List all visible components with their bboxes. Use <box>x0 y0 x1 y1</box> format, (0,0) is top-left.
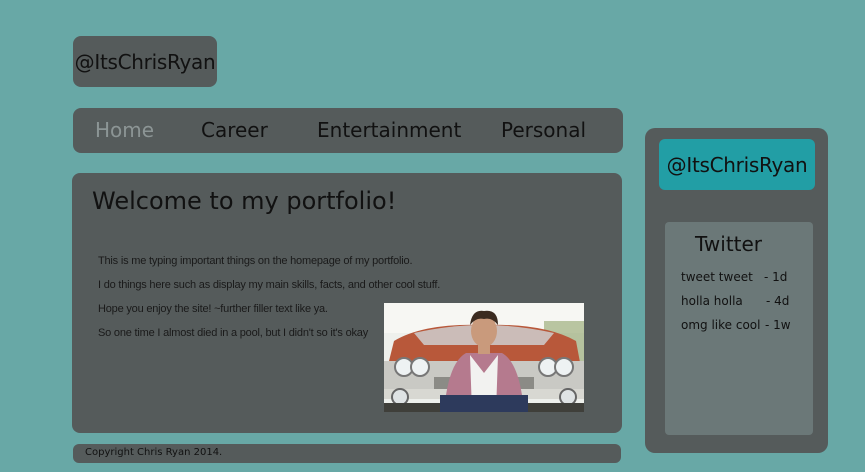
intro-paragraph-3: Hope you enjoy the site! ~further filler… <box>98 303 328 315</box>
twitter-title: Twitter <box>695 232 763 256</box>
sidebar-handle-button[interactable]: @ItsChrisRyan <box>659 139 815 190</box>
nav-home[interactable]: Home <box>95 108 154 153</box>
intro-paragraph-2: I do things here such as display my main… <box>98 279 441 291</box>
nav-personal[interactable]: Personal <box>501 108 586 153</box>
tweet-age: - 1d <box>764 270 788 284</box>
main-content-panel: Welcome to my portfolio! This is me typi… <box>72 173 622 433</box>
tweet-item[interactable]: holla holla - 4d <box>681 294 811 308</box>
main-nav: Home Career Entertainment Personal <box>73 108 623 153</box>
site-logo-handle[interactable]: @ItsChrisRyan <box>73 36 217 87</box>
tweet-age: - 1w <box>765 318 791 332</box>
intro-paragraph-1: This is me typing important things on th… <box>98 255 413 267</box>
tweet-text: holla holla <box>681 294 743 308</box>
page-title: Welcome to my portfolio! <box>92 187 397 215</box>
profile-photo <box>384 303 584 412</box>
sidebar: @ItsChrisRyan Twitter tweet tweet - 1d h… <box>645 128 828 453</box>
nav-career[interactable]: Career <box>201 108 268 153</box>
tweet-text: omg like cool <box>681 318 761 332</box>
copyright-text: Copyright Chris Ryan 2014. <box>85 447 223 458</box>
tweet-age: - 4d <box>766 294 790 308</box>
twitter-feed: Twitter tweet tweet - 1d holla holla - 4… <box>665 222 813 435</box>
intro-paragraph-4: So one time I almost died in a pool, but… <box>98 327 369 339</box>
tweet-item[interactable]: tweet tweet - 1d <box>681 270 811 284</box>
tweet-item[interactable]: omg like cool - 1w <box>681 318 811 332</box>
footer: Copyright Chris Ryan 2014. <box>73 444 621 463</box>
nav-entertainment[interactable]: Entertainment <box>317 108 461 153</box>
tweet-text: tweet tweet <box>681 270 753 284</box>
